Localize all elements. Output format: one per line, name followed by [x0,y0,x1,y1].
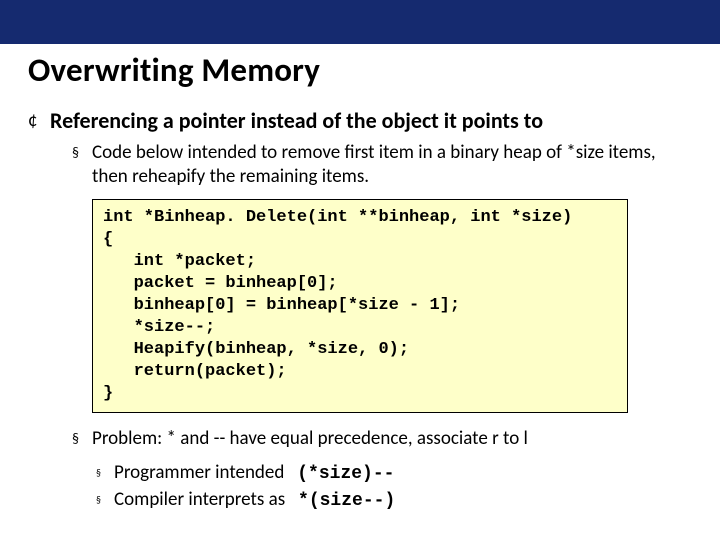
bullet3a-mark: § [96,461,114,485]
bullet2b-mark: § [72,427,92,451]
slide: Overwriting Memory ¢ Referencing a point… [0,0,720,540]
bullet-level3-a: § Programmer intended (*size)-- [96,461,692,486]
bullet1-mark: ¢ [28,108,50,133]
bullet3a-pre: Programmer intended [114,461,284,484]
bullet3b-pre: Compiler interprets as [114,488,285,511]
bullet-level2-top: § Code below intended to remove first it… [72,141,692,189]
title-bar [0,0,720,44]
bullet3a-code: (*size)-- [297,464,394,484]
code-block: int *Binheap. Delete(int **binheap, int … [92,199,628,413]
bullet3b-text: Compiler interprets as *(size--) [114,488,395,513]
bullet-level1: ¢ Referencing a pointer instead of the o… [28,108,692,133]
bullet-level2-bottom: § Problem: * and -- have equal precedenc… [72,427,692,451]
bullet2-text: Code below intended to remove first item… [92,141,692,189]
page-title: Overwriting Memory [28,50,692,90]
bullet-level3-b: § Compiler interprets as *(size--) [96,488,692,513]
bullet2b-text: Problem: * and -- have equal precedence,… [92,427,528,451]
bullet3a-text: Programmer intended (*size)-- [114,461,394,486]
slide-content: Overwriting Memory ¢ Referencing a point… [0,44,720,513]
bullet3b-code: *(size--) [298,491,395,511]
bullet3b-mark: § [96,488,114,512]
bullet2-mark: § [72,141,92,165]
bullet1-text: Referencing a pointer instead of the obj… [50,108,543,133]
